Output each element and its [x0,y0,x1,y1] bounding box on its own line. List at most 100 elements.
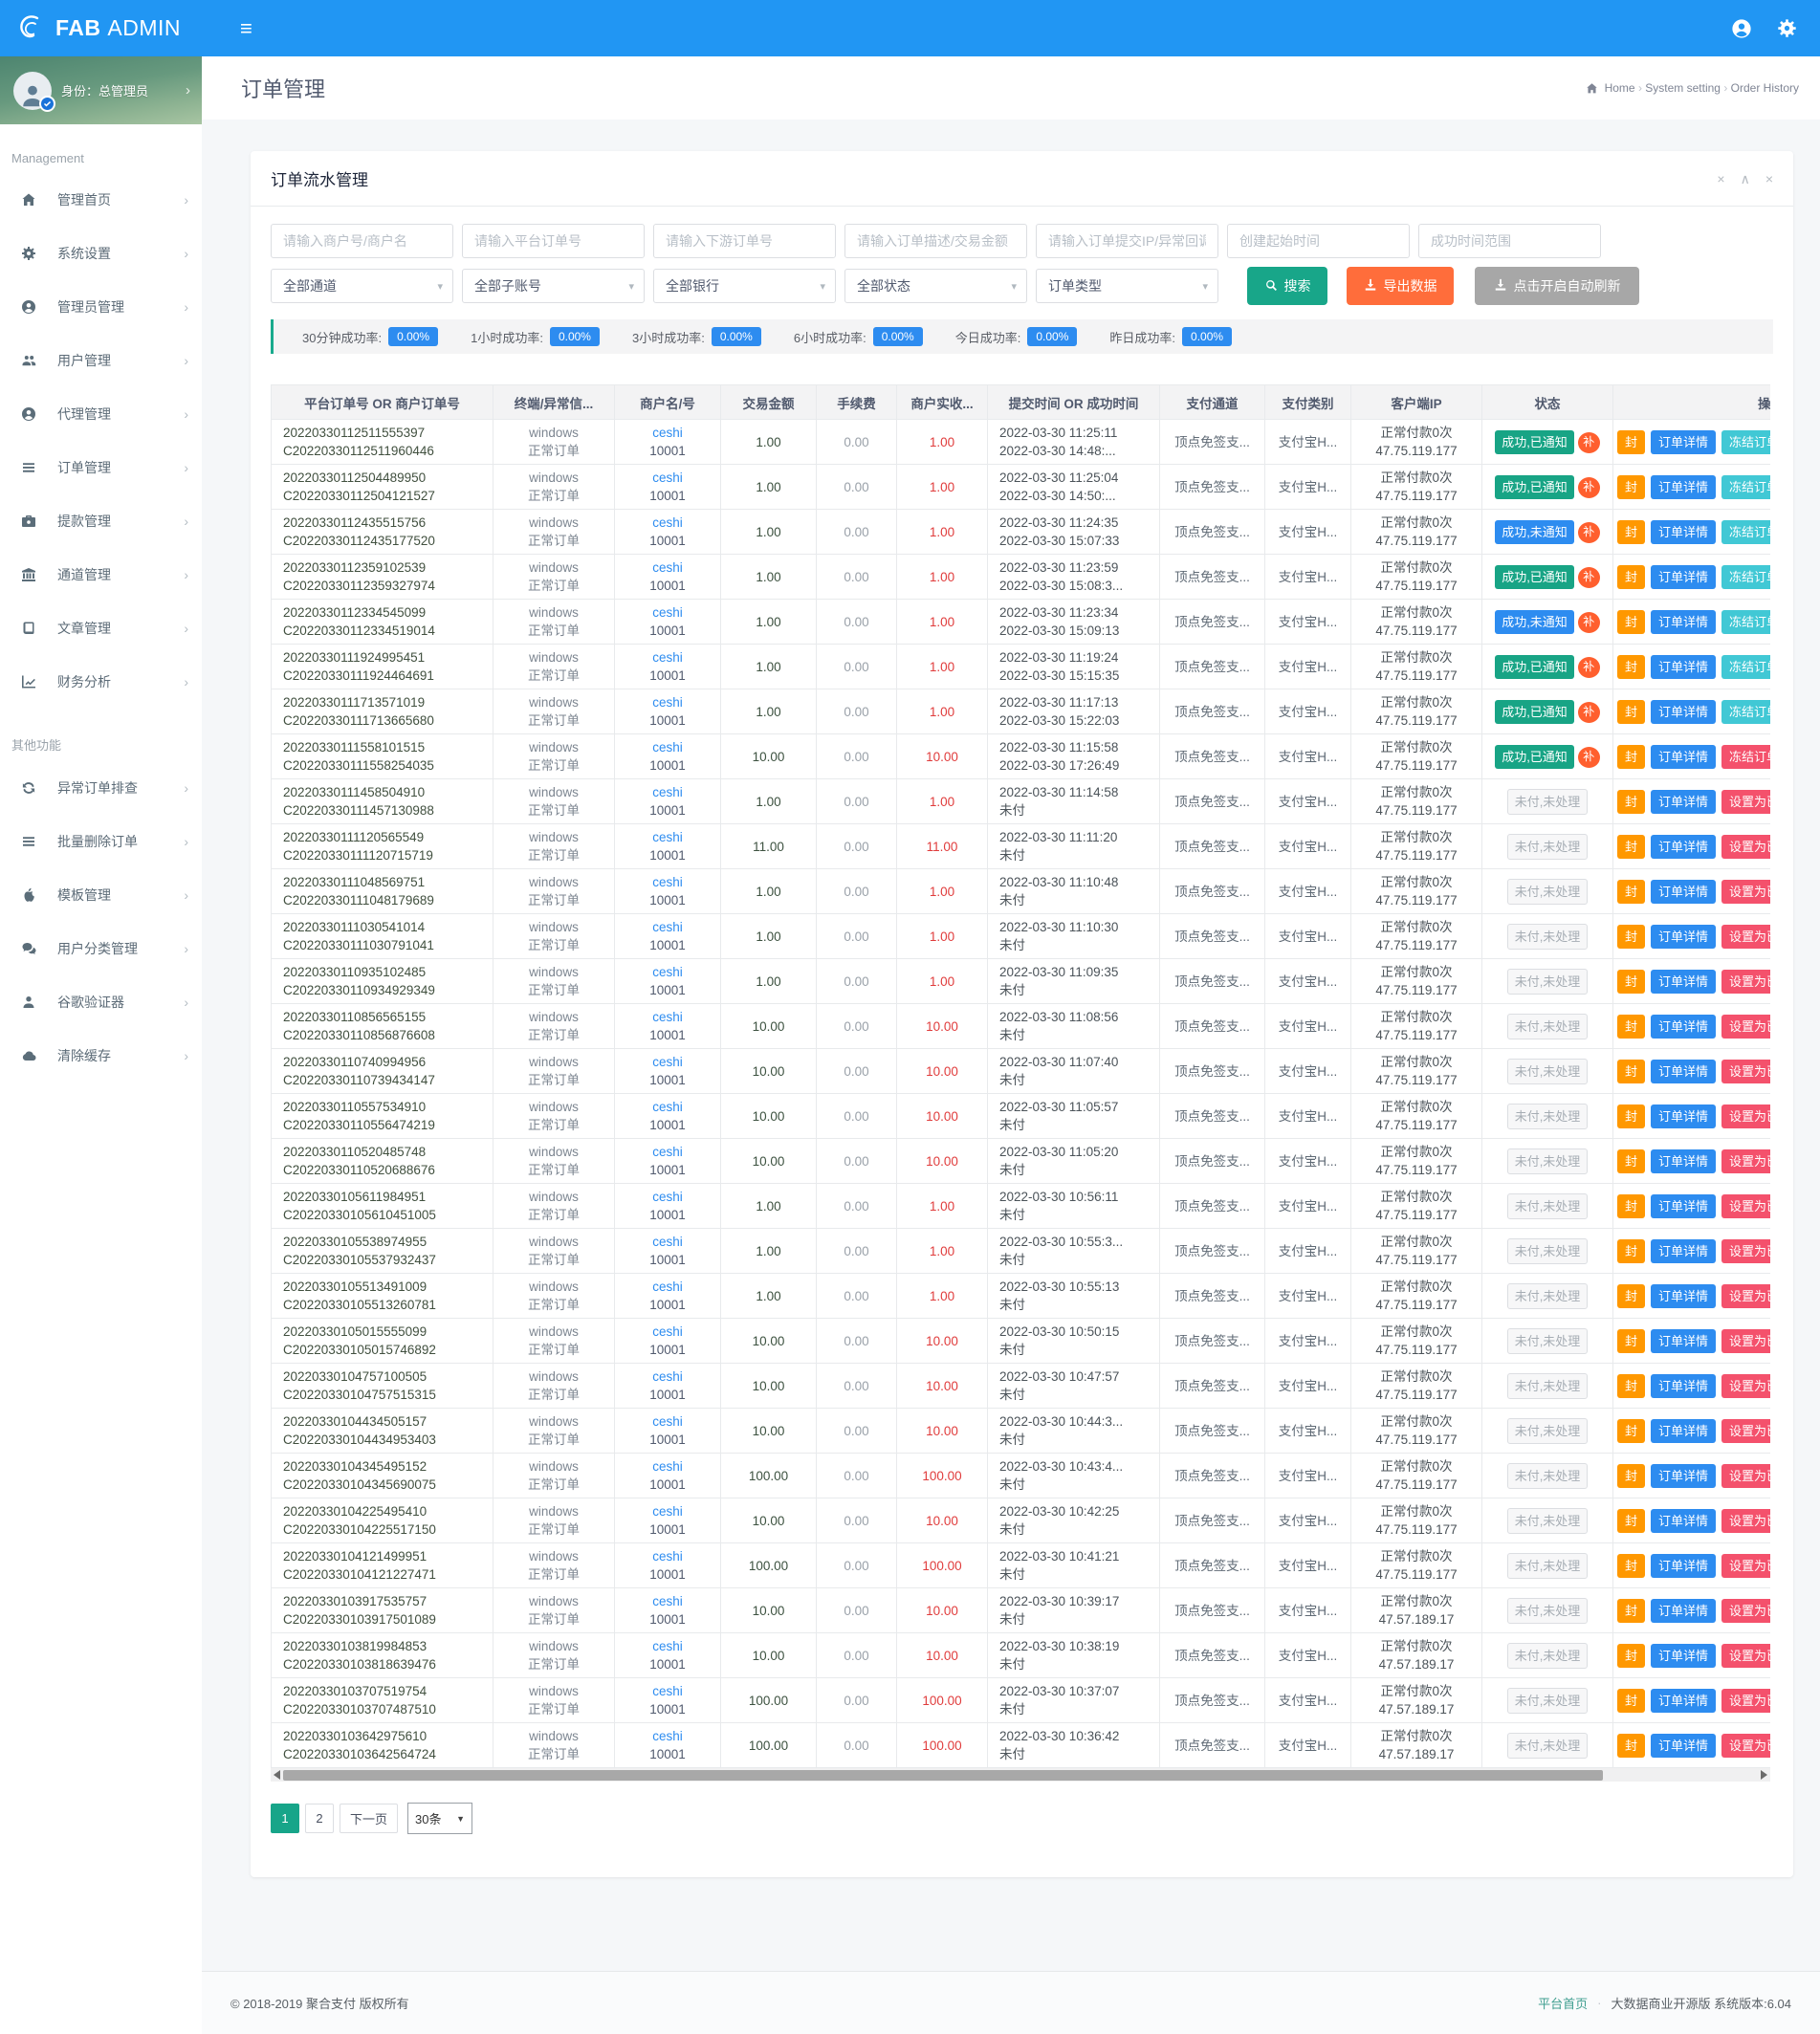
merchant-name-link[interactable]: ceshi [623,424,713,442]
order-detail-button[interactable]: 订单详情 [1651,1329,1716,1353]
sidebar-item-user-circle[interactable]: 代理管理› [0,387,202,441]
order-detail-button[interactable]: 订单详情 [1651,1464,1716,1488]
filter-input-6[interactable] [1227,224,1410,258]
sidebar-item-users[interactable]: 用户管理› [0,334,202,387]
scroll-right-arrow-icon[interactable] [1761,1770,1767,1780]
order-detail-button[interactable]: 订单详情 [1651,1599,1716,1623]
seal-button[interactable]: 封 [1617,430,1645,454]
sidebar-item-gears[interactable]: 系统设置› [0,227,202,280]
seal-button[interactable]: 封 [1617,1599,1645,1623]
merchant-name-link[interactable]: ceshi [623,1098,713,1116]
seal-button[interactable]: 封 [1617,1644,1645,1668]
filter-input-3[interactable] [653,224,836,258]
filter-select-2[interactable]: 全部子账号▾ [462,269,645,303]
supplement-badge[interactable]: 补 [1578,477,1600,498]
sidebar-item-list[interactable]: 批量删除订单› [0,815,202,868]
merchant-name-link[interactable]: ceshi [623,469,713,487]
order-detail-button[interactable]: 订单详情 [1651,655,1716,679]
page-button-2[interactable]: 2 [305,1804,334,1833]
merchant-name-link[interactable]: ceshi [623,693,713,711]
seal-button[interactable]: 封 [1617,1464,1645,1488]
fullscreen-icon[interactable]: × [1717,172,1724,186]
set-paid-button[interactable]: 设置为已支付 [1721,880,1770,904]
merchant-name-link[interactable]: ceshi [623,1188,713,1206]
sidebar-item-home[interactable]: 管理首页› [0,173,202,227]
merchant-name-link[interactable]: ceshi [623,648,713,667]
seal-button[interactable]: 封 [1617,1015,1645,1039]
filter-select-3[interactable]: 全部银行▾ [653,269,836,303]
order-detail-button[interactable]: 订单详情 [1651,880,1716,904]
order-detail-button[interactable]: 订单详情 [1651,1644,1716,1668]
order-detail-button[interactable]: 订单详情 [1651,970,1716,994]
sidebar-item-comments[interactable]: 用户分类管理› [0,922,202,975]
seal-button[interactable]: 封 [1617,1374,1645,1398]
sidebar-toggle-icon[interactable]: ≡ [240,18,252,39]
sidebar-item-chart[interactable]: 财务分析› [0,655,202,709]
order-detail-button[interactable]: 订单详情 [1651,565,1716,589]
order-detail-button[interactable]: 订单详情 [1651,1374,1716,1398]
merchant-name-link[interactable]: ceshi [623,603,713,622]
merchant-name-link[interactable]: ceshi [623,1457,713,1476]
auto-refresh-button[interactable]: 点击开启自动刷新 [1475,267,1639,305]
set-paid-button[interactable]: 设置为已支付 [1721,1329,1770,1353]
supplement-badge[interactable]: 补 [1578,567,1600,588]
merchant-name-link[interactable]: ceshi [623,1008,713,1026]
sidebar-item-apple[interactable]: 模板管理› [0,868,202,922]
set-paid-button[interactable]: 设置为已支付 [1721,1734,1770,1758]
filter-select-5[interactable]: 订单类型▾ [1036,269,1218,303]
order-detail-button[interactable]: 订单详情 [1651,700,1716,724]
filter-input-1[interactable] [271,224,453,258]
order-detail-button[interactable]: 订单详情 [1651,430,1716,454]
merchant-name-link[interactable]: ceshi [623,1143,713,1161]
seal-button[interactable]: 封 [1617,1689,1645,1713]
merchant-name-link[interactable]: ceshi [623,873,713,891]
order-detail-button[interactable]: 订单详情 [1651,1149,1716,1173]
footer-home-link[interactable]: 平台首页 [1538,1994,1588,2012]
sidebar-item-cloud[interactable]: 清除缓存› [0,1029,202,1083]
order-detail-button[interactable]: 订单详情 [1651,1015,1716,1039]
set-paid-button[interactable]: 设置为已支付 [1721,1149,1770,1173]
seal-button[interactable]: 封 [1617,1734,1645,1758]
merchant-name-link[interactable]: ceshi [623,1727,713,1745]
seal-button[interactable]: 封 [1617,1149,1645,1173]
order-detail-button[interactable]: 订单详情 [1651,1689,1716,1713]
merchant-name-link[interactable]: ceshi [623,1412,713,1431]
freeze-order-button[interactable]: 冻结订单 [1721,745,1770,769]
seal-button[interactable]: 封 [1617,1419,1645,1443]
merchant-name-link[interactable]: ceshi [623,1278,713,1296]
seal-button[interactable]: 封 [1617,1509,1645,1533]
set-paid-button[interactable]: 设置为已支付 [1721,1104,1770,1128]
freeze-order-button[interactable]: 冻结订单 [1721,475,1770,499]
merchant-name-link[interactable]: ceshi [623,514,713,532]
sidebar-item-book[interactable]: 文章管理› [0,601,202,655]
set-paid-button[interactable]: 设置为已支付 [1721,1284,1770,1308]
order-detail-button[interactable]: 订单详情 [1651,1509,1716,1533]
set-paid-button[interactable]: 设置为已支付 [1721,970,1770,994]
export-data-button[interactable]: 导出数据 [1347,267,1454,305]
settings-gear-icon[interactable] [1777,18,1797,38]
merchant-name-link[interactable]: ceshi [623,1637,713,1655]
seal-button[interactable]: 封 [1617,1329,1645,1353]
merchant-name-link[interactable]: ceshi [623,918,713,936]
filter-input-2[interactable] [462,224,645,258]
seal-button[interactable]: 封 [1617,1554,1645,1578]
order-detail-button[interactable]: 订单详情 [1651,1060,1716,1083]
set-paid-button[interactable]: 设置为已支付 [1721,1599,1770,1623]
supplement-badge[interactable]: 补 [1578,702,1600,723]
seal-button[interactable]: 封 [1617,1239,1645,1263]
sidebar-item-user[interactable]: 谷歌验证器› [0,975,202,1029]
seal-button[interactable]: 封 [1617,835,1645,859]
seal-button[interactable]: 封 [1617,610,1645,634]
order-detail-button[interactable]: 订单详情 [1651,745,1716,769]
set-paid-button[interactable]: 设置为已支付 [1721,1689,1770,1713]
sidebar-item-vault[interactable]: 提款管理› [0,494,202,548]
freeze-order-button[interactable]: 冻结订单 [1721,610,1770,634]
order-detail-button[interactable]: 订单详情 [1651,1554,1716,1578]
freeze-order-button[interactable]: 冻结订单 [1721,655,1770,679]
seal-button[interactable]: 封 [1617,880,1645,904]
filter-select-4[interactable]: 全部状态▾ [844,269,1027,303]
seal-button[interactable]: 封 [1617,475,1645,499]
breadcrumb-item[interactable]: Home [1605,81,1635,95]
set-paid-button[interactable]: 设置为已支付 [1721,1239,1770,1263]
seal-button[interactable]: 封 [1617,520,1645,544]
